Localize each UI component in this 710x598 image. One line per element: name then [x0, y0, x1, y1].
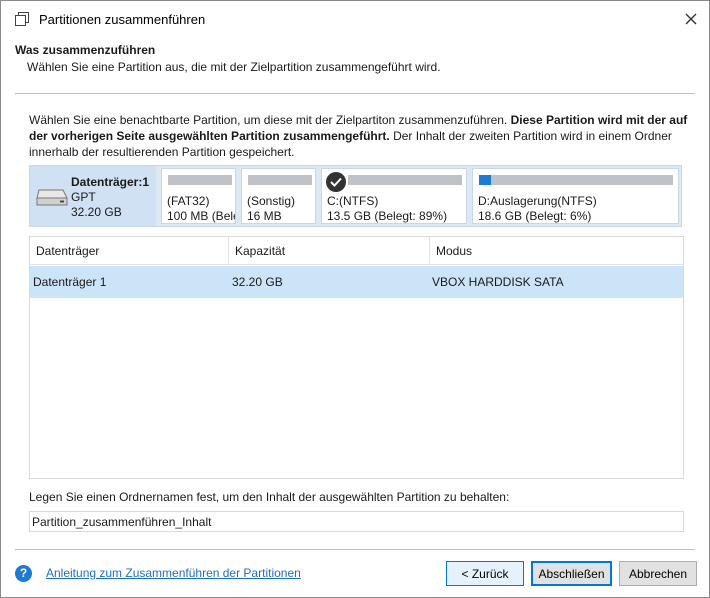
hard-disk-icon [36, 189, 68, 206]
checkmark-icon [330, 177, 342, 187]
partition-c[interactable]: C:(NTFS) 13.5 GB (Belegt: 89%) [321, 168, 467, 224]
folder-name-input[interactable] [29, 511, 684, 532]
close-button[interactable] [679, 7, 703, 31]
partition-fs: (FAT32) [167, 194, 210, 208]
usage-bar [348, 175, 462, 185]
cell-mode: VBOX HARDDISK SATA [432, 275, 564, 289]
table-header: Datenträger Kapazität Modus [30, 237, 683, 265]
disk-map: Datenträger:1 GPT 32.20 GB (FAT32) 100 M… [29, 165, 682, 227]
help-icon[interactable]: ? [15, 565, 32, 582]
disk-size: 32.20 GB [71, 205, 122, 219]
usage-bar [168, 175, 232, 185]
section-subtitle: Wählen Sie eine Partition aus, die mit d… [27, 60, 441, 74]
usage-bar [248, 175, 312, 185]
column-header-disk[interactable]: Datenträger [30, 237, 229, 265]
partition-fs: (Sonstig) [247, 194, 296, 208]
partition-size: 18.6 GB (Belegt: 6%) [478, 209, 592, 223]
merge-partitions-dialog: Partitionen zusammenführen Was zusammenz… [0, 0, 710, 598]
column-header-mode[interactable]: Modus [430, 237, 683, 265]
partition-size: 16 MB [247, 209, 282, 223]
section-title: Was zusammenzuführen [15, 43, 156, 57]
table-row[interactable]: Datenträger 1 32.20 GB VBOX HARDDISK SAT… [30, 266, 683, 298]
close-icon [685, 13, 697, 25]
window-title: Partitionen zusammenführen [39, 12, 206, 27]
usage-bar [479, 175, 673, 185]
column-header-capacity[interactable]: Kapazität [229, 237, 430, 265]
disk-type: GPT [71, 190, 96, 204]
header-divider [15, 93, 695, 94]
selected-check [326, 172, 346, 192]
instruction-text: Wählen Sie eine benachtbarte Partition, … [29, 112, 689, 160]
partition-fat32[interactable]: (FAT32) 100 MB (Belegt: 31%) [161, 168, 236, 224]
instruction-text-part1: Wählen Sie eine benachtbarte Partition, … [29, 113, 511, 127]
title-bar: Partitionen zusammenführen [1, 1, 709, 37]
usage-fill [479, 175, 491, 185]
partition-size: 13.5 GB (Belegt: 89%) [327, 209, 448, 223]
folder-name-label: Legen Sie einen Ordnernamen fest, um den… [29, 490, 510, 504]
cell-capacity: 32.20 GB [232, 275, 283, 289]
window-copy-icon [15, 12, 29, 26]
partition-size: 100 MB (Belegt: 31%) [167, 209, 235, 223]
disk-info-block[interactable]: Datenträger:1 GPT 32.20 GB [30, 166, 156, 226]
footer-divider [15, 549, 695, 550]
partition-sonstig[interactable]: (Sonstig) 16 MB [241, 168, 316, 224]
disk-table: Datenträger Kapazität Modus Datenträger … [29, 236, 684, 479]
disk-name: Datenträger:1 [71, 175, 150, 189]
partition-fs: C:(NTFS) [327, 194, 379, 208]
cell-disk: Datenträger 1 [33, 275, 107, 289]
partition-d[interactable]: D:Auslagerung(NTFS) 18.6 GB (Belegt: 6%) [472, 168, 679, 224]
cancel-button[interactable]: Abbrechen [619, 561, 697, 586]
back-button[interactable]: < Zurück [446, 561, 524, 586]
help-link[interactable]: Anleitung zum Zusammenführen der Partiti… [46, 566, 301, 580]
partition-fs: D:Auslagerung(NTFS) [478, 194, 597, 208]
finish-button[interactable]: Abschließen [531, 561, 612, 586]
